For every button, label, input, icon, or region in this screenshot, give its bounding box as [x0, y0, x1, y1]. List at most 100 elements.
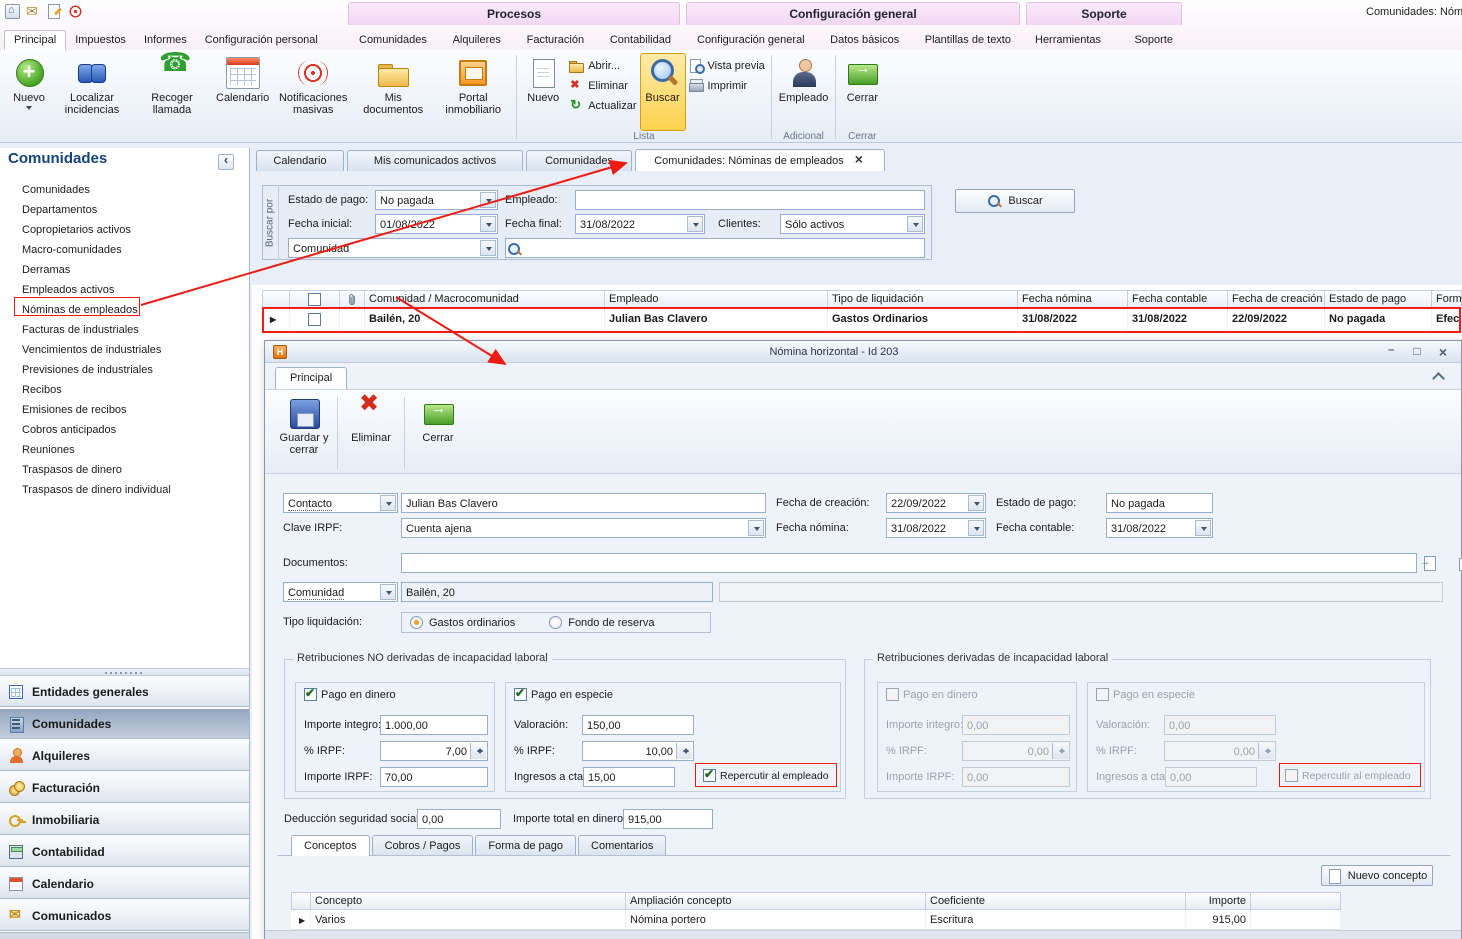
dialog-cerrar-button[interactable]: Cerrar — [409, 393, 467, 469]
sidebar-item-emisiones-recibos[interactable]: Emisiones de recibos — [0, 400, 249, 420]
app-icon[interactable] — [4, 3, 21, 20]
minimize-icon[interactable] — [1381, 344, 1401, 360]
row-tipo-cell[interactable]: Gastos Ordinarios — [828, 309, 1018, 332]
dialog-eliminar-button[interactable]: Eliminar — [342, 393, 400, 469]
total-field[interactable]: 915,00 — [623, 809, 713, 829]
grid-header-fecha-contable[interactable]: Fecha contable — [1128, 290, 1228, 309]
recoger-llamada-button[interactable]: Recoger llamada — [132, 53, 212, 131]
pct-irpf-especie-spinner[interactable]: 0,00 — [1164, 741, 1276, 761]
row-fecha-contable-cell[interactable]: 31/08/2022 — [1128, 309, 1228, 332]
pct-irpf-spinner[interactable]: 0,00 — [962, 741, 1070, 761]
tab-forma-de-pago[interactable]: Forma de pago — [475, 835, 576, 856]
valoracion-field[interactable]: 0,00 — [1164, 715, 1276, 735]
concept-row-concepto[interactable]: Varios — [311, 910, 626, 930]
pago-especie-checkbox[interactable] — [1096, 688, 1109, 701]
nav-calendario[interactable]: Calendario — [0, 868, 249, 899]
ribbon-tab-facturacion[interactable]: Facturación — [518, 31, 593, 50]
row-attachment-cell[interactable] — [340, 309, 365, 332]
empleado-filter-input[interactable] — [575, 190, 925, 210]
grid-header-fecha-creacion[interactable]: Fecha de creación — [1228, 290, 1325, 309]
grid-header-select[interactable] — [290, 290, 340, 309]
close-tab-icon[interactable] — [854, 155, 866, 167]
row-fecha-nomina-cell[interactable]: 31/08/2022 — [1018, 309, 1128, 332]
concept-row-importe[interactable]: 915,00 — [1186, 910, 1251, 930]
comunidad-combo[interactable]: Comunidad — [283, 582, 398, 602]
fecha-nomina-field[interactable]: 31/08/2022 — [886, 518, 986, 538]
actualizar-button[interactable]: Actualizar — [569, 99, 636, 113]
contacto-combo[interactable]: Contacto — [283, 493, 398, 513]
clave-irpf-combo[interactable]: Cuenta ajena — [401, 518, 766, 538]
sidebar-item-derramas[interactable]: Derramas — [0, 260, 249, 280]
fondo-reserva-radio[interactable] — [549, 616, 562, 629]
horizontal-scrollbar[interactable] — [265, 930, 1461, 939]
documentos-field[interactable] — [401, 553, 1417, 573]
dialog-titlebar[interactable]: Nómina horizontal - Id 203 — [265, 341, 1461, 363]
nav-entidades-generales[interactable]: Entidades generales — [0, 676, 249, 707]
portal-inmobiliario-button[interactable]: Portal inmobiliario — [433, 53, 513, 131]
ribbon-tab-impuestos[interactable]: Impuestos — [66, 31, 135, 50]
grid-header-tipo[interactable]: Tipo de liquidación — [828, 290, 1018, 309]
comunidad-filter-combo[interactable]: Comunidad — [288, 238, 498, 258]
sidebar-splitter[interactable] — [0, 668, 249, 676]
row-fecha-creacion-cell[interactable]: 22/09/2022 — [1228, 309, 1325, 332]
pago-dinero-checkbox[interactable] — [304, 688, 317, 701]
row-forma-cell[interactable]: Efect — [1432, 309, 1462, 332]
nuevo-concepto-button[interactable]: Nuevo concepto — [1321, 865, 1433, 886]
pct-irpf-especie-spinner[interactable]: 10,00 — [582, 741, 694, 761]
abrir-button[interactable]: Abrir... — [569, 59, 636, 73]
sidebar-item-vencimientos-industriales[interactable]: Vencimientos de industriales — [0, 340, 249, 360]
tab-nominas-empleados[interactable]: Comunidades: Nóminas de empleados — [635, 149, 885, 171]
eliminar-button[interactable]: Eliminar — [569, 79, 636, 93]
tab-comentarios[interactable]: Comentarios — [578, 835, 666, 856]
row-checkbox[interactable] — [308, 313, 321, 326]
importe-integro-field[interactable]: 0,00 — [962, 715, 1070, 735]
dialog-tab-principal[interactable]: Principal — [275, 367, 347, 389]
empleado-button[interactable]: Empleado — [775, 53, 833, 131]
cerrar-button[interactable]: Cerrar — [839, 53, 885, 131]
estado-pago-filter-combo[interactable]: No pagada — [375, 190, 498, 210]
nav-alquileres[interactable]: Alquileres — [0, 740, 249, 771]
copy-icon[interactable] — [1458, 556, 1462, 570]
calendario-button[interactable]: Calendario — [212, 53, 273, 131]
sidebar-item-previsiones-industriales[interactable]: Previsiones de industriales — [0, 360, 249, 380]
ribbon-tab-configuracion-personal[interactable]: Configuración personal — [196, 31, 327, 50]
sidebar-item-copropietarios-activos[interactable]: Copropietarios activos — [0, 220, 249, 240]
nuevo-lista-button[interactable]: Nuevo — [520, 53, 566, 131]
tab-mis-comunicados-activos[interactable]: Mis comunicados activos — [347, 150, 523, 171]
valoracion-field[interactable]: 150,00 — [582, 715, 694, 735]
grid-header-forma[interactable]: Forma — [1432, 290, 1462, 309]
broadcast-icon[interactable] — [67, 3, 84, 20]
nav-comunidades[interactable]: Comunidades — [0, 708, 249, 739]
row-estado-pago-cell[interactable]: No pagada — [1325, 309, 1432, 332]
fecha-final-combo[interactable]: 31/08/2022 — [575, 214, 705, 234]
export-attach-icon[interactable] — [1421, 556, 1436, 570]
sidebar-item-macro-comunidades[interactable]: Macro-comunidades — [0, 240, 249, 260]
concept-row-coeficiente[interactable]: Escritura — [926, 910, 1186, 930]
sidebar-item-facturas-industriales[interactable]: Facturas de industriales — [0, 320, 249, 340]
tab-conceptos[interactable]: Conceptos — [291, 835, 370, 856]
mis-documentos-button[interactable]: Mis documentos — [353, 53, 433, 131]
grid-header-comunidad[interactable]: Comunidad / Macrocomunidad — [365, 290, 605, 309]
grid-header-attachment[interactable] — [340, 290, 365, 309]
tab-comunidades[interactable]: Comunidades — [526, 150, 632, 171]
nav-contabilidad[interactable]: Contabilidad — [0, 836, 249, 867]
imprimir-button[interactable]: Imprimir — [689, 79, 765, 93]
tab-calendario[interactable]: Calendario — [256, 150, 344, 171]
importe-irpf-field[interactable]: 70,00 — [380, 767, 488, 787]
select-all-checkbox[interactable] — [308, 293, 321, 306]
ingresos-field[interactable]: 0,00 — [1165, 767, 1257, 787]
ribbon-tab-soporte[interactable]: Soporte — [1125, 31, 1182, 50]
concept-header-concepto[interactable]: Concepto — [311, 892, 626, 910]
localizar-incidencias-button[interactable]: Localizar incidencias — [52, 53, 132, 131]
importe-irpf-field[interactable]: 0,00 — [962, 767, 1070, 787]
guardar-y-cerrar-button[interactable]: Guardar y cerrar — [275, 393, 333, 469]
ribbon-tab-contabilidad[interactable]: Contabilidad — [601, 31, 680, 50]
sidebar-item-recibos[interactable]: Recibos — [0, 380, 249, 400]
sidebar-item-traspasos-dinero-individual[interactable]: Traspasos de dinero individual — [0, 480, 249, 500]
pct-irpf-spinner[interactable]: 7,00 — [380, 741, 488, 761]
fecha-contable-field[interactable]: 31/08/2022 — [1106, 518, 1213, 538]
close-icon[interactable] — [1433, 344, 1453, 360]
fecha-creacion-field[interactable]: 22/09/2022 — [886, 493, 986, 513]
collapse-sidebar-button[interactable] — [218, 154, 234, 170]
buscar-filter-button[interactable]: Buscar — [955, 189, 1075, 213]
